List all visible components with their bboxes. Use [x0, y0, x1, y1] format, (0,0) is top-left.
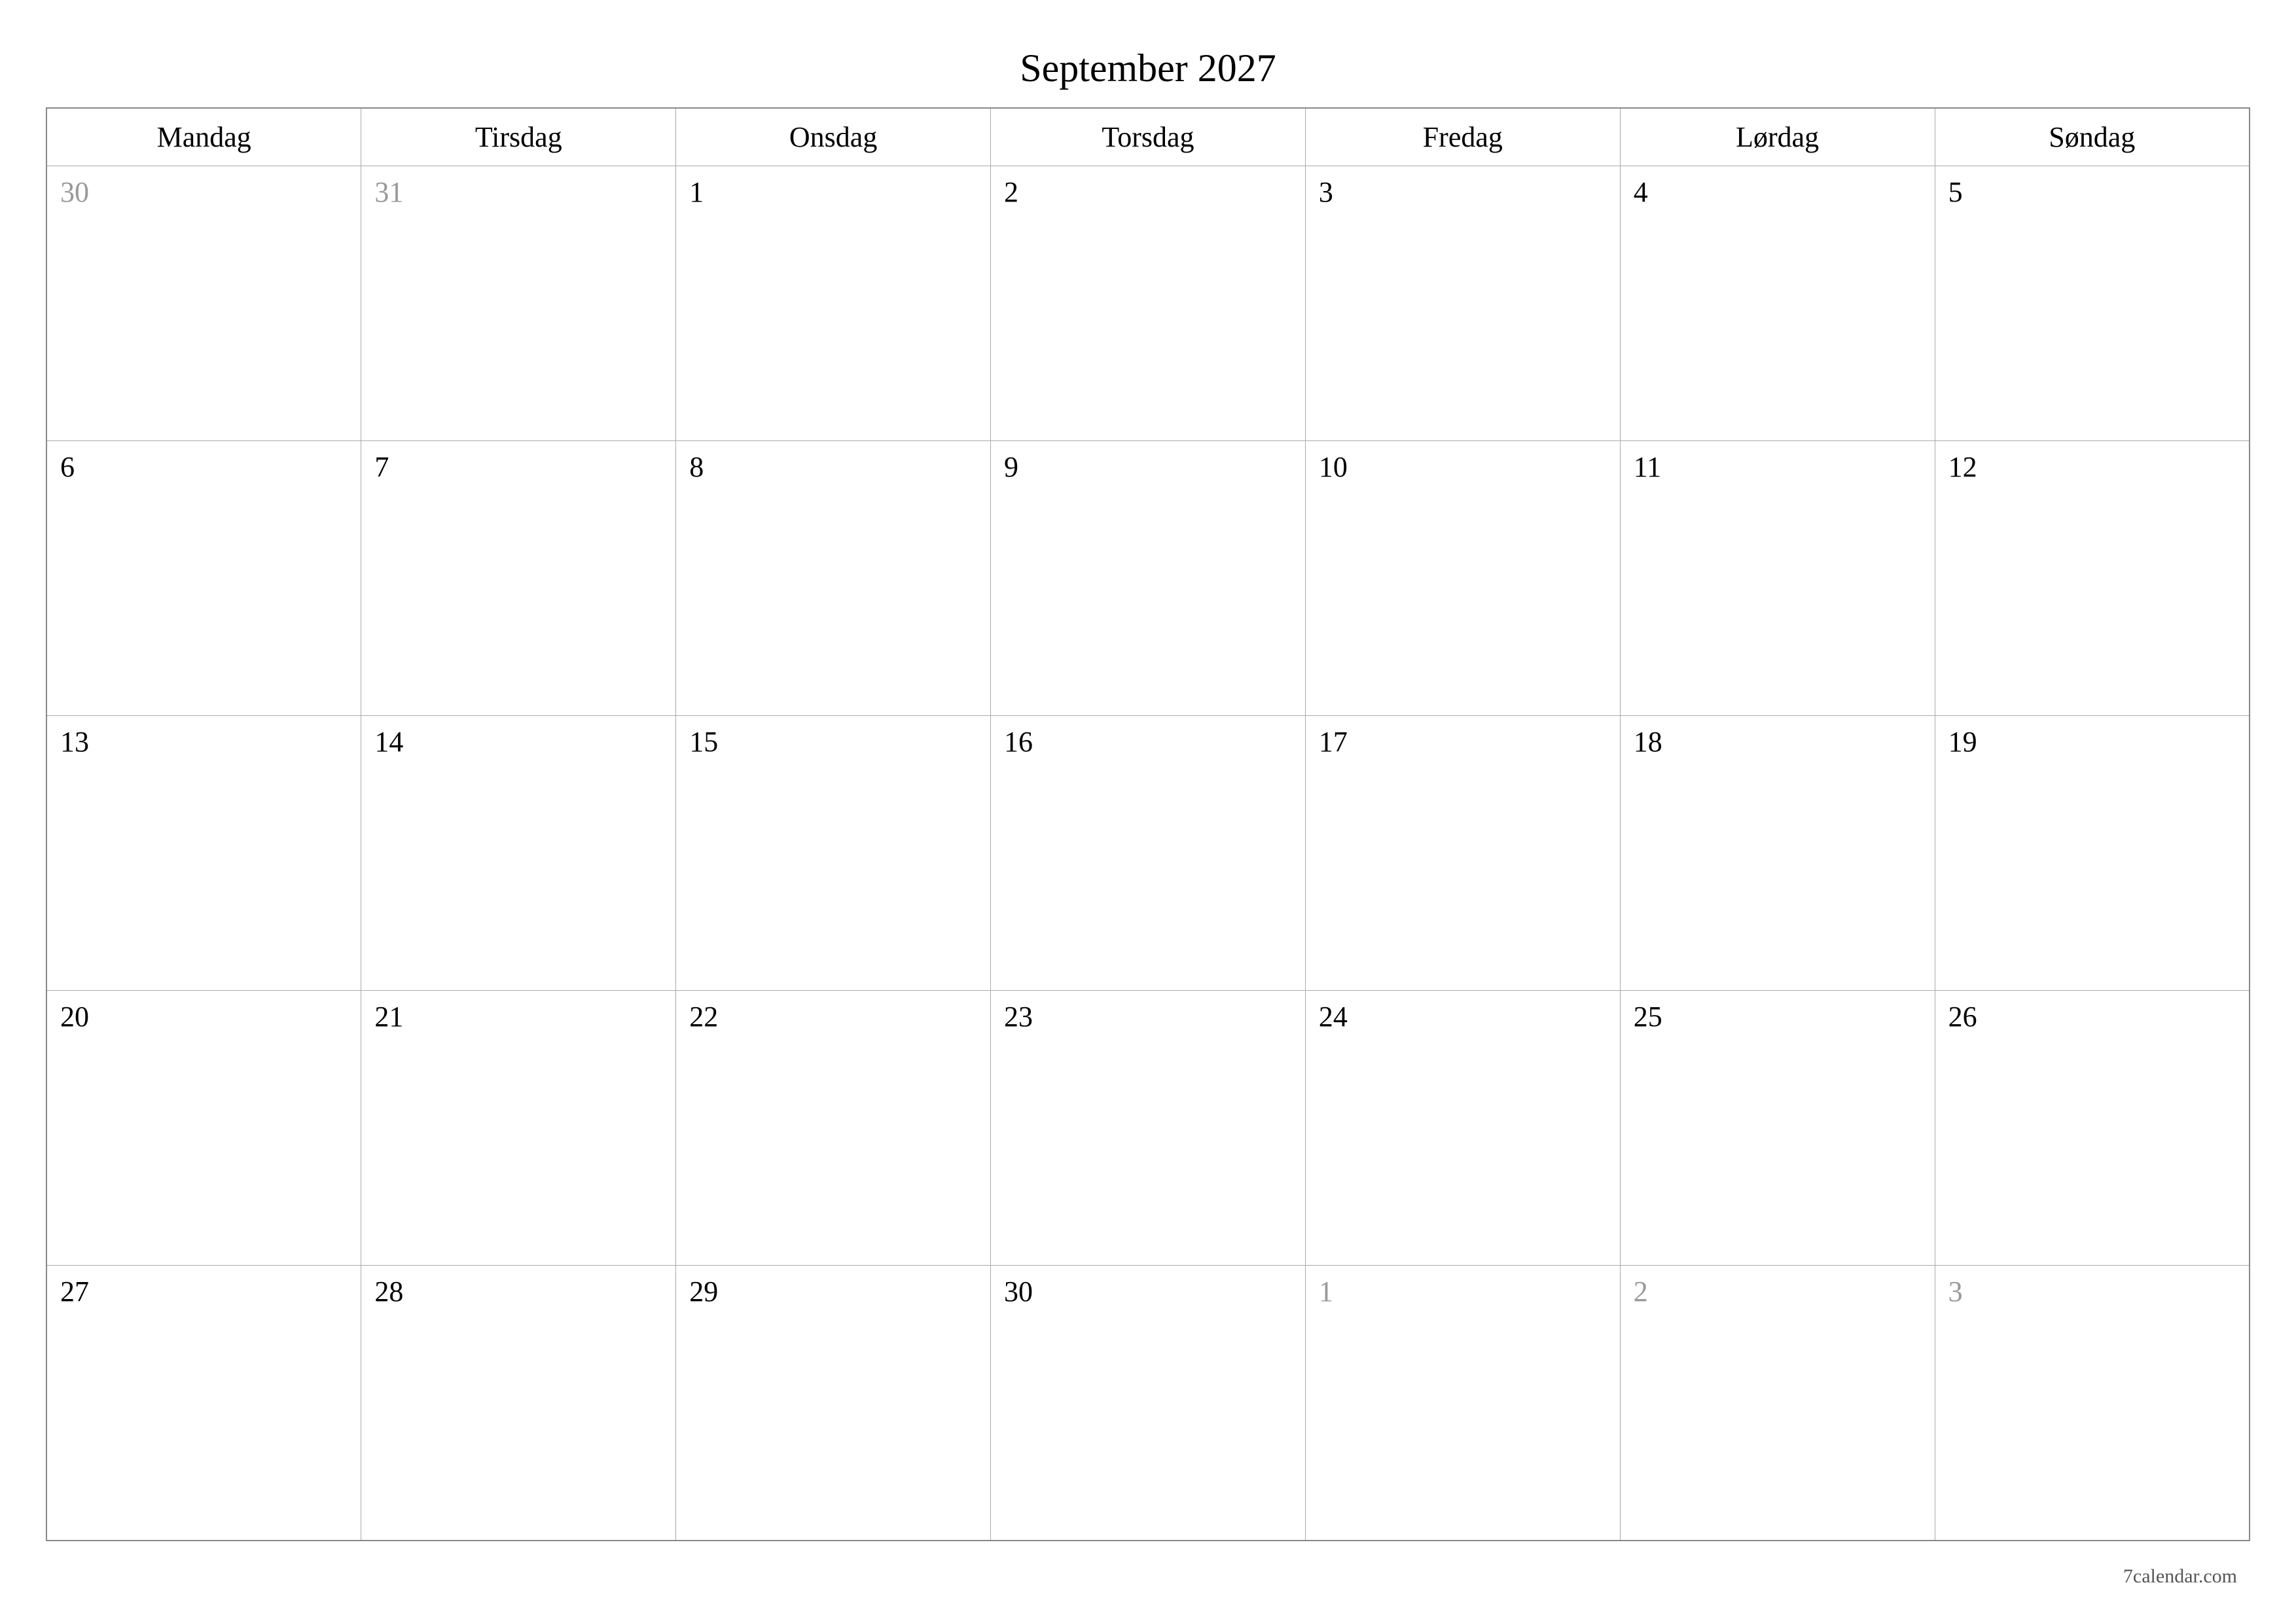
calendar-day-cell: 27 — [46, 1266, 361, 1541]
day-number: 8 — [689, 451, 704, 483]
day-number: 15 — [689, 726, 718, 758]
weekday-header: Fredag — [1305, 108, 1620, 166]
calendar-day-cell: 8 — [676, 441, 991, 716]
day-number: 28 — [374, 1275, 403, 1308]
calendar-day-cell: 29 — [676, 1266, 991, 1541]
day-number: 2 — [1004, 176, 1018, 208]
day-number: 5 — [1948, 176, 1963, 208]
calendar-day-cell: 19 — [1935, 716, 2250, 991]
calendar-body: 3031123456789101112131415161718192021222… — [46, 166, 2250, 1541]
calendar-day-cell: 16 — [991, 716, 1306, 991]
day-number: 13 — [60, 726, 89, 758]
weekday-header: Onsdag — [676, 108, 991, 166]
calendar-day-cell: 12 — [1935, 441, 2250, 716]
calendar-day-cell: 4 — [1620, 166, 1935, 441]
weekday-header: Tirsdag — [361, 108, 676, 166]
calendar-day-cell: 10 — [1305, 441, 1620, 716]
day-number: 24 — [1319, 1001, 1348, 1033]
day-number: 4 — [1634, 176, 1648, 208]
footer-credit: 7calendar.com — [2123, 1565, 2237, 1588]
day-number: 22 — [689, 1001, 718, 1033]
calendar-day-cell: 30 — [991, 1266, 1306, 1541]
day-number: 19 — [1948, 726, 1977, 758]
calendar-week-row: 6 7 8 9 10 11 12 — [46, 441, 2250, 716]
calendar-day-cell: 17 — [1305, 716, 1620, 991]
day-number: 18 — [1634, 726, 1662, 758]
calendar-day-cell: 22 — [676, 991, 991, 1266]
day-number: 3 — [1948, 1275, 1963, 1308]
calendar-day-cell: 2 — [1620, 1266, 1935, 1541]
day-number: 25 — [1634, 1001, 1662, 1033]
calendar-week-row: 30 31 1 2 3 4 5 — [46, 166, 2250, 441]
calendar-day-cell: 11 — [1620, 441, 1935, 716]
day-number: 16 — [1004, 726, 1033, 758]
day-number: 7 — [374, 451, 389, 483]
calendar-week-row: 13 14 15 16 17 18 19 — [46, 716, 2250, 991]
calendar-day-cell: 1 — [1305, 1266, 1620, 1541]
weekday-header-row: Mandag Tirsdag Onsdag Torsdag Fredag Lør… — [46, 108, 2250, 166]
weekday-header: Søndag — [1935, 108, 2250, 166]
calendar-day-cell: 23 — [991, 991, 1306, 1266]
calendar-day-cell: 26 — [1935, 991, 2250, 1266]
calendar-day-cell: 18 — [1620, 716, 1935, 991]
day-number: 3 — [1319, 176, 1333, 208]
day-number: 14 — [374, 726, 403, 758]
calendar-day-cell: 3 — [1935, 1266, 2250, 1541]
calendar-day-cell: 30 — [46, 166, 361, 441]
calendar-grid: Mandag Tirsdag Onsdag Torsdag Fredag Lør… — [46, 107, 2250, 1541]
day-number: 26 — [1948, 1001, 1977, 1033]
calendar-day-cell: 9 — [991, 441, 1306, 716]
day-number: 9 — [1004, 451, 1018, 483]
day-number: 29 — [689, 1275, 718, 1308]
day-number: 11 — [1634, 451, 1661, 483]
calendar-day-cell: 25 — [1620, 991, 1935, 1266]
calendar-day-cell: 14 — [361, 716, 676, 991]
day-number: 23 — [1004, 1001, 1033, 1033]
calendar-day-cell: 15 — [676, 716, 991, 991]
day-number: 1 — [1319, 1275, 1333, 1308]
calendar-day-cell: 2 — [991, 166, 1306, 441]
calendar-day-cell: 6 — [46, 441, 361, 716]
calendar-day-cell: 5 — [1935, 166, 2250, 441]
calendar-day-cell: 3 — [1305, 166, 1620, 441]
day-number: 1 — [689, 176, 704, 208]
day-number: 30 — [1004, 1275, 1033, 1308]
calendar-week-row: 27 28 29 30 1 2 3 — [46, 1266, 2250, 1541]
calendar-day-cell: 24 — [1305, 991, 1620, 1266]
day-number: 20 — [60, 1001, 89, 1033]
day-number: 6 — [60, 451, 75, 483]
calendar-day-cell: 28 — [361, 1266, 676, 1541]
day-number: 21 — [374, 1001, 403, 1033]
day-number: 31 — [374, 176, 403, 208]
calendar-day-cell: 31 — [361, 166, 676, 441]
calendar-day-cell: 1 — [676, 166, 991, 441]
calendar-day-cell: 20 — [46, 991, 361, 1266]
day-number: 10 — [1319, 451, 1348, 483]
day-number: 2 — [1634, 1275, 1648, 1308]
weekday-header: Mandag — [46, 108, 361, 166]
day-number: 17 — [1319, 726, 1348, 758]
weekday-header: Lørdag — [1620, 108, 1935, 166]
day-number: 30 — [60, 176, 89, 208]
day-number: 12 — [1948, 451, 1977, 483]
calendar-title: September 2027 — [46, 46, 2250, 91]
calendar-day-cell: 13 — [46, 716, 361, 991]
day-number: 27 — [60, 1275, 89, 1308]
calendar-day-cell: 21 — [361, 991, 676, 1266]
calendar-week-row: 20 21 22 23 24 25 26 — [46, 991, 2250, 1266]
weekday-header: Torsdag — [991, 108, 1306, 166]
calendar-day-cell: 7 — [361, 441, 676, 716]
